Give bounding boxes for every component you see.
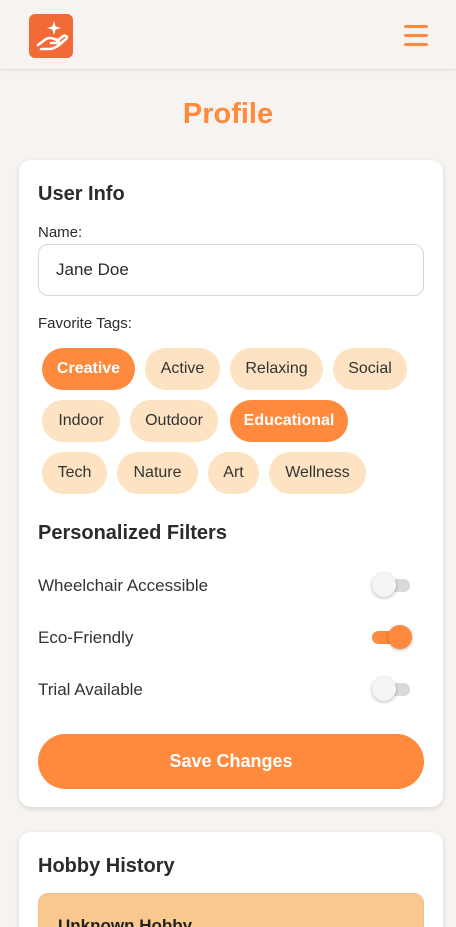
tag-active[interactable]: Active	[145, 348, 220, 390]
hobby-history-card: Hobby History Unknown Hobby	[19, 832, 443, 927]
page-title: Profile	[182, 98, 274, 130]
app-logo[interactable]	[29, 14, 73, 58]
tag-social[interactable]: Social	[333, 348, 407, 390]
tag-creative[interactable]: Creative	[42, 348, 135, 390]
user-info-card: User Info Name: Favorite Tags: Creative …	[19, 160, 443, 807]
menu-button[interactable]	[404, 25, 428, 47]
trial-available-toggle[interactable]	[372, 677, 412, 701]
tag-relaxing[interactable]: Relaxing	[230, 348, 323, 390]
filter-eco-friendly-label: Eco-Friendly	[38, 628, 134, 647]
save-changes-button[interactable]: Save Changes	[38, 734, 424, 789]
toggle-knob	[372, 677, 396, 701]
top-bar	[0, 0, 456, 70]
personalized-filters-title: Personalized Filters	[38, 522, 227, 544]
toggle-knob	[388, 625, 412, 649]
hobby-history-title: Hobby History	[38, 855, 175, 877]
filter-trial-available-label: Trial Available	[38, 680, 143, 699]
hamburger-icon-bar-1	[404, 25, 428, 28]
hamburger-icon-bar-3	[404, 43, 428, 46]
tag-educational[interactable]: Educational	[230, 400, 348, 442]
favorite-tags-label: Favorite Tags:	[38, 315, 132, 332]
name-label: Name:	[38, 224, 83, 241]
name-input[interactable]	[38, 244, 424, 296]
tag-nature[interactable]: Nature	[117, 452, 198, 494]
user-info-title: User Info	[38, 183, 125, 205]
tag-indoor[interactable]: Indoor	[42, 400, 120, 442]
tag-tech[interactable]: Tech	[42, 452, 107, 494]
eco-friendly-toggle[interactable]	[372, 625, 412, 649]
hamburger-icon-bar-2	[404, 34, 428, 37]
tag-outdoor[interactable]: Outdoor	[130, 400, 218, 442]
hand-sparkle-logo-icon	[36, 21, 69, 51]
hobby-history-item[interactable]: Unknown Hobby	[38, 893, 424, 927]
tag-wellness[interactable]: Wellness	[269, 452, 366, 494]
filter-wheelchair-accessible-label: Wheelchair Accessible	[38, 576, 209, 595]
hobby-name: Unknown Hobby	[58, 916, 193, 927]
wheelchair-accessible-toggle[interactable]	[372, 573, 412, 597]
toggle-knob	[372, 573, 396, 597]
tag-art[interactable]: Art	[208, 452, 259, 494]
